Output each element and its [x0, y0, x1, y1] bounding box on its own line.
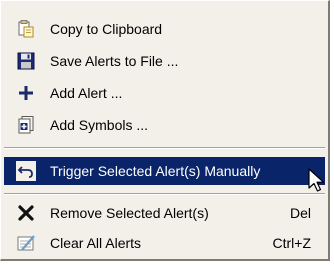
menu-item-shortcut: Del [289, 205, 311, 221]
undo-arrow-icon [16, 161, 36, 181]
add-symbols-icon [18, 116, 34, 134]
floppy-disk-icon [17, 52, 35, 70]
x-delete-icon [18, 205, 34, 221]
context-menu: Copy to Clipboard Save Alerts to File ..… [0, 0, 330, 261]
menu-item-label: Clear All Alerts [50, 235, 142, 251]
menu-separator [4, 193, 325, 195]
menu-item-save-alerts-to-file[interactable]: Save Alerts to File ... [4, 47, 325, 75]
menu-item-add-symbols[interactable]: Add Symbols ... [4, 111, 325, 139]
menu-item-label: Copy to Clipboard [50, 21, 163, 37]
menu-item-copy-to-clipboard[interactable]: Copy to Clipboard [4, 15, 325, 43]
menu-item-remove-selected-alerts[interactable]: Remove Selected Alert(s) Del [4, 199, 325, 227]
menu-item-label: Remove Selected Alert(s) [50, 205, 209, 221]
clear-all-icon [17, 235, 35, 251]
mouse-cursor-icon [308, 168, 325, 192]
menu-item-label: Trigger Selected Alert(s) Manually [50, 163, 261, 179]
menu-item-label: Add Symbols ... [50, 117, 149, 133]
menu-item-label: Save Alerts to File ... [50, 53, 179, 69]
menu-item-trigger-selected-alerts-manually[interactable]: Trigger Selected Alert(s) Manually [4, 157, 325, 185]
menu-item-add-alert[interactable]: Add Alert ... [4, 79, 325, 107]
menu-item-clear-all-alerts[interactable]: Clear All Alerts Ctrl+Z [4, 229, 325, 257]
menu-separator [4, 147, 325, 149]
plus-icon [19, 86, 33, 100]
clipboard-copy-icon [18, 20, 34, 38]
menu-item-shortcut: Ctrl+Z [272, 235, 312, 251]
menu-item-label: Add Alert ... [50, 85, 123, 101]
